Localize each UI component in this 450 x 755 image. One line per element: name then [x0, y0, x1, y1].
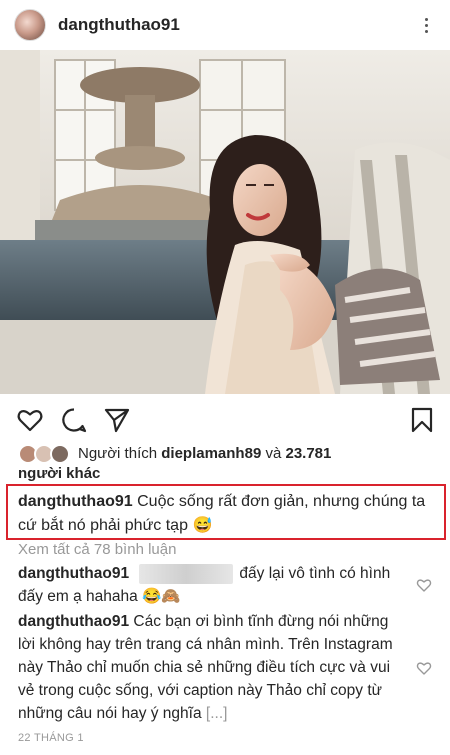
likes-summary[interactable]: Người thích dieplamanh89 và 23.781 người… [18, 444, 438, 484]
heart-icon[interactable] [16, 406, 44, 434]
comment-like-heart-icon[interactable] [416, 660, 432, 676]
likes-and: và [265, 445, 282, 462]
photo-illustration [0, 50, 450, 394]
more-vertical-icon[interactable] [416, 13, 436, 37]
bookmark-icon[interactable] [408, 406, 436, 434]
post-actions [0, 402, 450, 436]
likes-prefix: Người thích [78, 445, 158, 462]
comment-item: dangthuthao91 đấy lại vô tình có hình đấ… [18, 562, 408, 608]
caption-emoji: 😅 [192, 517, 213, 534]
post-username[interactable]: dangthuthao91 [58, 15, 180, 35]
post-photo[interactable] [0, 50, 450, 394]
more-link[interactable]: [...] [206, 705, 228, 722]
comment-username[interactable]: dangthuthao91 [18, 613, 129, 630]
likes-count: 23.781 [285, 445, 332, 462]
comment-emoji: 😂🙈 [142, 588, 181, 605]
comment-like-heart-icon[interactable] [416, 577, 432, 593]
likes-suffix: người khác [18, 465, 101, 483]
view-all-comments-link[interactable]: Xem tất cả 78 bình luận [18, 540, 176, 560]
caption-highlight: dangthuthao91 Cuộc sống rất đơn giản, nh… [6, 484, 446, 540]
post-date: 22 THÁNG 1 [18, 732, 84, 744]
blurred-username [139, 563, 234, 584]
liker-avatars [18, 444, 72, 465]
comment-icon[interactable] [60, 406, 88, 434]
comment-item: dangthuthao91 Các bạn ơi bình tĩnh đừng … [18, 610, 408, 725]
caption-username[interactable]: dangthuthao91 [18, 493, 133, 510]
comment-username[interactable]: dangthuthao91 [18, 565, 129, 582]
avatar [50, 444, 70, 465]
liker-username[interactable]: dieplamanh89 [161, 445, 261, 462]
avatar[interactable] [14, 9, 46, 41]
post-header: dangthuthao91 [0, 0, 450, 50]
send-icon[interactable] [103, 406, 131, 434]
